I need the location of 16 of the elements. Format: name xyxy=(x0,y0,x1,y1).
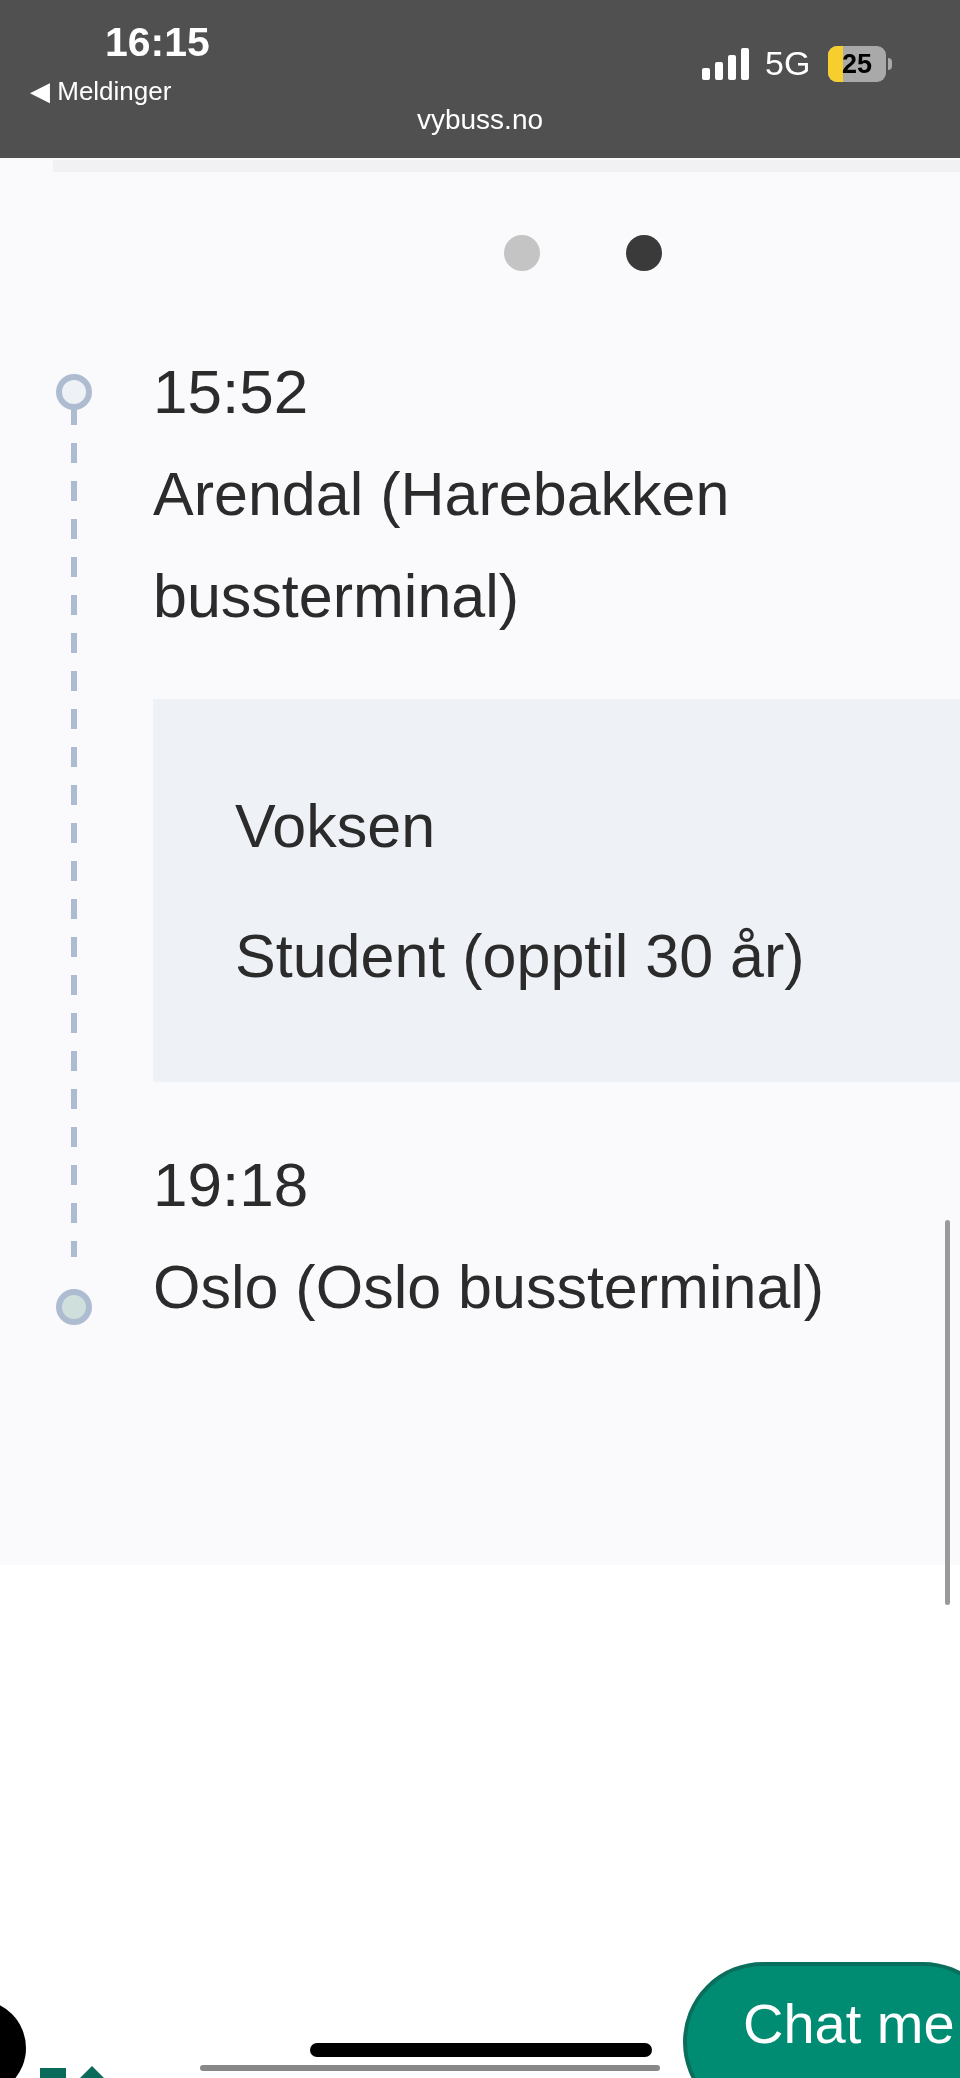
passenger-type: Student (opptil 30 år) xyxy=(235,920,806,992)
stop-marker xyxy=(56,1289,92,1325)
stop-name: Oslo (Oslo bussterminal) xyxy=(153,1252,826,1323)
network-label: 5G xyxy=(765,46,811,80)
departure-time: 19:18 xyxy=(153,1149,310,1221)
stop-name: Arendal (Harebakken bussterminal) xyxy=(153,459,731,632)
stop-marker xyxy=(56,374,92,410)
toolbar-icon xyxy=(40,2064,104,2078)
clock-time: 16:15 xyxy=(105,22,210,63)
battery-percent: 25 xyxy=(840,47,873,81)
passenger-type: Voksen xyxy=(235,790,437,862)
departure-time: 15:52 xyxy=(153,356,310,428)
url-text: vybuss.no xyxy=(415,106,545,134)
back-link[interactable]: ◀ Meldinger xyxy=(30,78,172,104)
signal-icon xyxy=(702,48,750,80)
chat-button[interactable]: Chat me xyxy=(683,1962,960,2078)
